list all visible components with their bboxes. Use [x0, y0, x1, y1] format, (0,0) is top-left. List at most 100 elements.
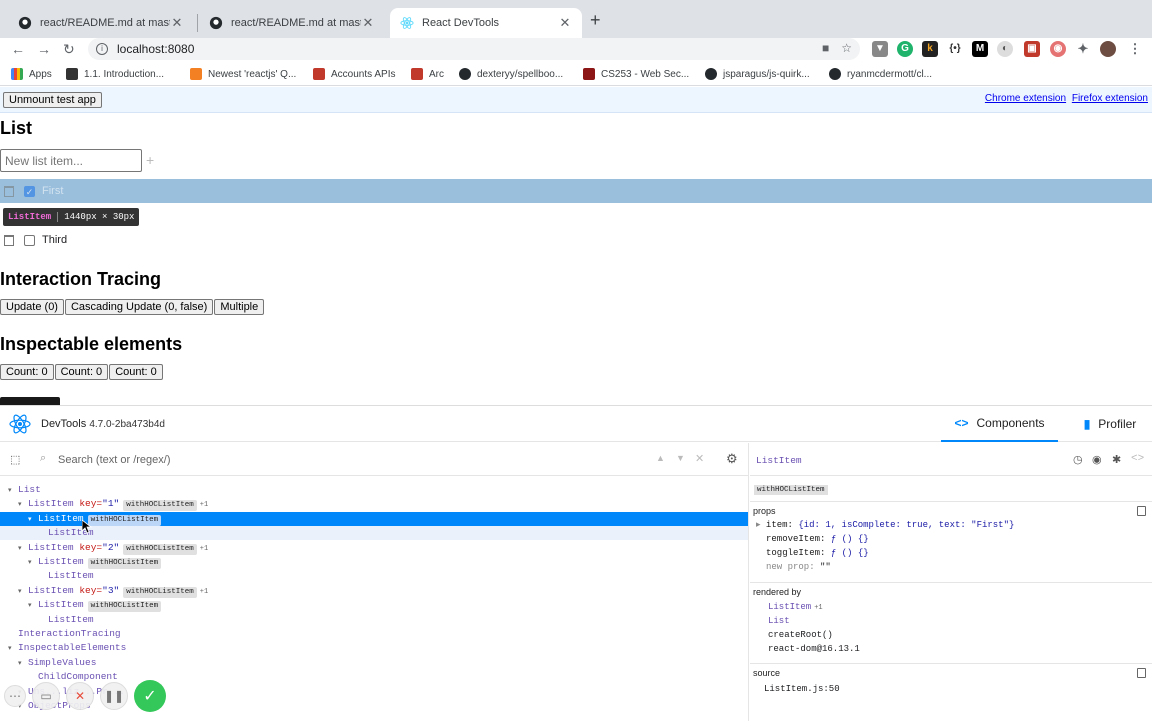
camera-off-icon[interactable]: ▭ [32, 682, 60, 710]
new-item-input[interactable] [0, 149, 142, 172]
chevron-up-icon[interactable]: ▲ [656, 453, 665, 463]
tree-row-selected[interactable]: ▾ ListItem withHOCListItem [0, 511, 748, 527]
chrome-extension-link[interactable]: Chrome extension [985, 93, 1066, 104]
tab-profiler[interactable]: ▮ Profiler [1070, 406, 1150, 442]
expand-arrow-icon[interactable]: ▾ [8, 484, 18, 498]
tree-row[interactable]: ListItem [0, 613, 748, 627]
expand-arrow-icon[interactable]: ▾ [28, 599, 38, 613]
tree-row[interactable]: ▾ ListItem key="3" withHOCListItem +1 [0, 584, 748, 599]
list-item[interactable]: Third [4, 234, 67, 246]
puzzle-icon[interactable]: ✦ [1075, 41, 1091, 57]
confirm-check-icon[interactable]: ✓ [134, 680, 166, 712]
update-button[interactable]: Update (0) [0, 299, 64, 315]
tree-row[interactable]: ▾ ListItem withHOCListItem [0, 555, 748, 570]
owner-name[interactable]: List [768, 616, 790, 626]
unmount-button[interactable]: Unmount test app [3, 92, 102, 108]
bookmark-item[interactable]: 1.1. Introduction... [66, 68, 164, 80]
tree-row[interactable]: ▾ InspectableElements [0, 641, 748, 656]
timer-icon[interactable]: ◷ [1073, 453, 1083, 467]
bookmark-item[interactable]: jsparagus/js-quirk... [705, 68, 810, 80]
extension-icon[interactable]: ◐ [997, 41, 1013, 57]
count-button[interactable]: Count: 0 [109, 364, 163, 380]
copy-icon[interactable] [1137, 668, 1146, 678]
expand-arrow-icon[interactable]: ▾ [18, 542, 28, 556]
extension-k-icon[interactable]: k [922, 41, 938, 57]
browser-tab-active[interactable]: React DevTools ✕ [390, 8, 582, 38]
close-icon[interactable]: ✕ [361, 15, 375, 31]
new-prop-value[interactable]: "" [820, 562, 831, 572]
owner-row[interactable]: ListItem +1 [768, 602, 823, 612]
more-icon[interactable]: ⋯ [4, 685, 26, 707]
expand-arrow-icon[interactable]: ▾ [18, 585, 28, 599]
avatar[interactable] [1100, 41, 1116, 57]
prop-row[interactable]: toggleItem: ƒ () {} [766, 548, 869, 558]
tree-row[interactable]: ▾ ListItem withHOCListItem [0, 598, 748, 613]
browser-tab-2[interactable]: react/README.md at master · f ✕ [199, 8, 385, 38]
chevron-down-icon[interactable]: ▼ [676, 453, 685, 463]
owner-row[interactable]: List [768, 616, 790, 626]
prop-value[interactable]: ƒ () {} [831, 534, 869, 544]
browser-tab-1[interactable]: react/README.md at master · f ✕ [8, 8, 194, 38]
menu-kebab-icon[interactable]: ⋮ [1127, 41, 1143, 57]
tree-row[interactable]: ▾ ListItem key="2" withHOCListItem +1 [0, 541, 748, 556]
add-item-button[interactable]: + [146, 152, 154, 168]
copy-icon[interactable] [1137, 506, 1146, 516]
prop-row[interactable]: ▸ item: {id: 1, isComplete: true, text: … [756, 520, 1014, 530]
item-checkbox[interactable]: ✓ [24, 185, 35, 197]
expand-arrow-icon[interactable]: ▾ [28, 513, 38, 527]
grammarly-icon[interactable]: G [897, 41, 913, 57]
extension-icon[interactable]: ▣ [1024, 41, 1040, 57]
bookmark-item[interactable]: ryanmcdermott/cl... [829, 68, 932, 80]
forward-icon[interactable]: → [37, 41, 51, 57]
expand-arrow-icon[interactable]: ▾ [8, 642, 18, 656]
extension-icon[interactable]: ◉ [1050, 41, 1066, 57]
star-icon[interactable]: ☆ [841, 41, 852, 55]
owner-name[interactable]: ListItem [768, 602, 811, 612]
bookmark-item[interactable]: Arc [411, 68, 444, 80]
tree-row[interactable]: ▾ List [0, 483, 748, 498]
bookmark-item[interactable]: dexteryy/spellboo... [459, 68, 563, 80]
pause-icon[interactable]: ❚❚ [100, 682, 128, 710]
tree-row[interactable]: ListItem [0, 569, 748, 583]
cancel-icon[interactable]: ✕ [66, 682, 94, 710]
expand-arrow-icon[interactable]: ▾ [18, 657, 28, 671]
address-bar[interactable]: i localhost:8080 ■ ☆ [88, 38, 860, 60]
json-icon[interactable]: {•} [947, 41, 963, 57]
info-icon[interactable]: i [96, 43, 108, 55]
expand-arrow-icon[interactable]: ▸ [756, 520, 766, 530]
new-tab-icon[interactable]: + [590, 10, 601, 31]
tree-row[interactable]: ListItem [0, 526, 748, 541]
bookmark-apps[interactable]: Apps [11, 68, 52, 80]
bookmark-item[interactable]: Newest 'reactjs' Q... [190, 68, 296, 80]
settings-gear-icon[interactable]: ⚙ [726, 451, 738, 467]
select-element-icon[interactable]: ⬚ [10, 453, 20, 466]
tree-row[interactable]: ▾ SimpleValues [0, 656, 748, 671]
list-item[interactable]: ✓ First [4, 185, 63, 197]
trash-icon[interactable] [4, 234, 14, 246]
bookmark-item[interactable]: Accounts APIs [313, 68, 395, 80]
expand-arrow-icon[interactable]: ▾ [28, 556, 38, 570]
count-button[interactable]: Count: 0 [0, 364, 54, 380]
cascading-update-button[interactable]: Cascading Update (0, false) [64, 299, 214, 315]
extension-icon[interactable]: ▼ [872, 41, 888, 57]
clear-icon[interactable]: ✕ [695, 452, 704, 465]
bug-icon[interactable]: ✱ [1112, 453, 1121, 467]
new-prop-row[interactable]: new prop: "" [766, 562, 831, 572]
tree-row[interactable]: ▾ ListItem key="1" withHOCListItem +1 [0, 497, 748, 512]
close-icon[interactable]: ✕ [558, 15, 572, 31]
multiple-button[interactable]: Multiple [214, 299, 265, 315]
tree-search-input[interactable]: Search (text or /regex/) [58, 454, 171, 466]
close-icon[interactable]: ✕ [170, 15, 184, 31]
count-button[interactable]: Count: 0 [54, 364, 109, 380]
firefox-extension-link[interactable]: Firefox extension [1072, 93, 1148, 104]
reload-icon[interactable]: ↻ [63, 41, 75, 58]
prop-value[interactable]: ƒ () {} [831, 548, 869, 558]
source-location[interactable]: ListItem.js:50 [764, 684, 840, 694]
tab-components[interactable]: <> Components [941, 406, 1058, 442]
expand-arrow-icon[interactable]: ▾ [18, 498, 28, 512]
back-icon[interactable]: ← [11, 41, 25, 57]
view-source-icon[interactable]: <> [1131, 453, 1144, 465]
prop-value[interactable]: {id: 1, isComplete: true, text: "First"} [798, 520, 1014, 530]
new-prop-key[interactable]: new prop [766, 562, 809, 572]
eye-icon[interactable]: ◉ [1092, 453, 1102, 467]
